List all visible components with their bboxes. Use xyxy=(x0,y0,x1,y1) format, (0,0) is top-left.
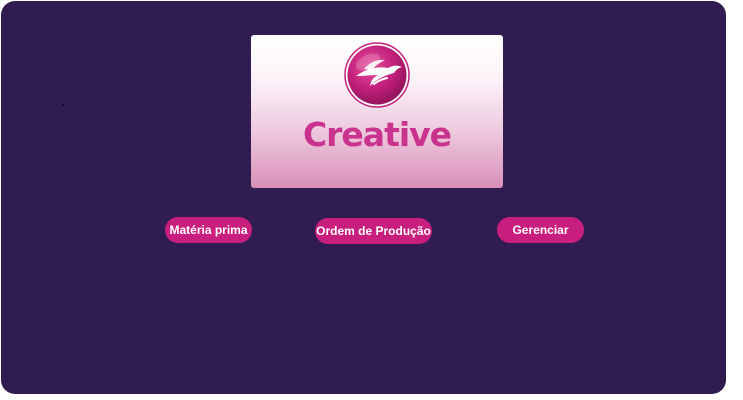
stray-dot xyxy=(62,104,64,106)
gerenciar-button[interactable]: Gerenciar xyxy=(497,217,584,243)
bird-emblem-icon xyxy=(344,42,410,108)
main-window: Creative Matéria prima Ordem de Produção… xyxy=(1,1,726,394)
logo-wordmark: Creative xyxy=(302,115,452,154)
materia-prima-button[interactable]: Matéria prima xyxy=(165,217,252,243)
ordem-de-producao-button[interactable]: Ordem de Produção xyxy=(315,218,432,244)
logo-card: Creative xyxy=(251,35,503,188)
